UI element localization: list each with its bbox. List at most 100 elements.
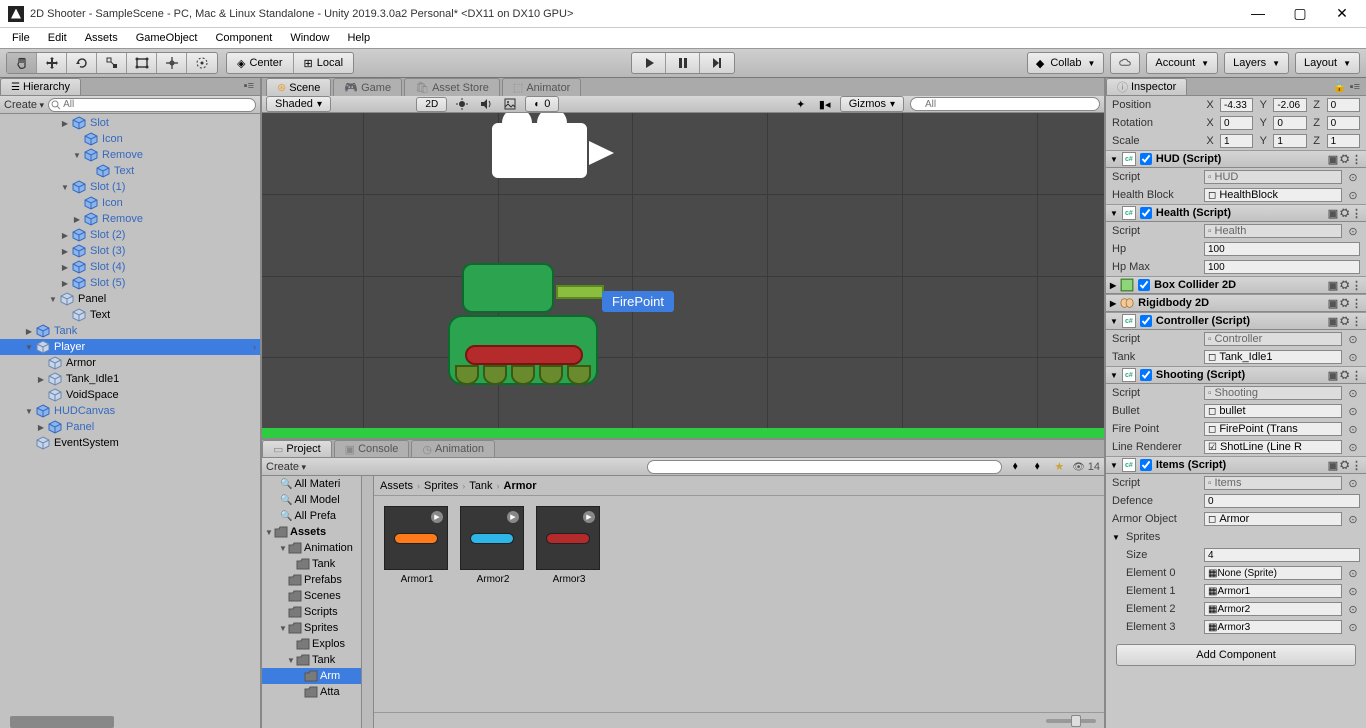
scene-tools-icon[interactable]: ✦ <box>792 95 810 113</box>
pos-y-input[interactable] <box>1273 98 1306 112</box>
rot-x-input[interactable] <box>1220 116 1253 130</box>
hierarchy-item[interactable]: Slot (2) <box>0 227 260 243</box>
hierarchy-item[interactable]: Icon <box>0 131 260 147</box>
hud-component-header[interactable]: ▼c# HUD (Script) ▣⛭⋮ <box>1106 150 1366 168</box>
layers-dropdown[interactable]: Layers ▼ <box>1224 52 1289 74</box>
project-tree-item[interactable]: Tank <box>262 652 361 668</box>
rect-tool[interactable] <box>127 53 157 73</box>
thumbnail-size-slider[interactable] <box>374 712 1104 728</box>
scene-tab[interactable]: ⊛Scene <box>266 78 331 96</box>
2d-toggle[interactable]: 2D <box>416 97 447 112</box>
panel-menu-icon[interactable]: 🔒 ▪≡ <box>1327 78 1366 95</box>
project-tree-item[interactable]: Arm <box>262 668 361 684</box>
pivot-local-button[interactable]: ⊞ Local <box>294 53 354 73</box>
panel-menu-icon[interactable]: ▪≡ <box>238 78 260 95</box>
hidden-toggle-icon[interactable]: 👁 14 <box>1072 461 1100 473</box>
fx-toggle-icon[interactable] <box>501 95 519 113</box>
console-tab[interactable]: ▣Console <box>334 440 410 457</box>
pause-button[interactable] <box>666 53 700 73</box>
tank-field[interactable]: ◻Tank_Idle1 <box>1204 350 1342 364</box>
maximize-button[interactable]: ▢ <box>1288 5 1312 22</box>
hierarchy-item[interactable]: VoidSpace <box>0 387 260 403</box>
hierarchy-item[interactable]: Player› <box>0 339 260 355</box>
menu-component[interactable]: Component <box>207 30 280 46</box>
bullet-field[interactable]: ◻bullet <box>1204 404 1342 418</box>
asset-store-tab[interactable]: 🛍Asset Store <box>404 78 500 96</box>
collab-dropdown[interactable]: ◆ Collab ▼ <box>1027 52 1105 74</box>
project-filter1-icon[interactable]: ⬧ <box>1006 458 1024 476</box>
project-fav-icon[interactable]: ★ <box>1050 458 1068 476</box>
hierarchy-tree[interactable]: SlotIconRemoveTextSlot (1)IconRemoveSlot… <box>0 114 260 716</box>
minimize-button[interactable]: — <box>1246 5 1270 22</box>
asset-thumb[interactable]: ▶Armor1 <box>384 506 450 585</box>
help-icon[interactable]: ▣ <box>1328 153 1338 166</box>
project-tree-item[interactable]: 🔍All Materi <box>262 476 361 492</box>
scene-view[interactable]: FirePoint <box>262 113 1104 438</box>
controller-component-header[interactable]: ▼c# Controller (Script) ▣⛭⋮ <box>1106 312 1366 330</box>
hp-input[interactable] <box>1204 242 1360 256</box>
breadcrumb-item[interactable]: Assets <box>380 480 413 492</box>
hand-tool[interactable] <box>7 53 37 73</box>
tank-sprite[interactable] <box>462 263 598 385</box>
pivot-center-button[interactable]: ◈ Center <box>227 53 294 73</box>
inspector-tab[interactable]: ⓘInspector <box>1106 78 1187 95</box>
shading-dropdown[interactable]: Shaded ▾ <box>266 96 331 112</box>
breadcrumb-item[interactable]: Tank <box>469 480 492 492</box>
menu-window[interactable]: Window <box>282 30 337 46</box>
menu-assets[interactable]: Assets <box>77 30 126 46</box>
menu-gameobject[interactable]: GameObject <box>128 30 206 46</box>
hierarchy-tab[interactable]: ☰Hierarchy <box>0 78 81 95</box>
project-filter2-icon[interactable]: ⬧ <box>1028 458 1046 476</box>
hierarchy-item[interactable]: HUDCanvas <box>0 403 260 419</box>
asset-thumb[interactable]: ▶Armor2 <box>460 506 526 585</box>
rot-z-input[interactable] <box>1327 116 1360 130</box>
firepoint-label[interactable]: FirePoint <box>602 291 674 312</box>
shooting-component-header[interactable]: ▼c# Shooting (Script) ▣⛭⋮ <box>1106 366 1366 384</box>
play-button[interactable] <box>632 53 666 73</box>
project-tab[interactable]: ▭Project <box>262 440 332 457</box>
hierarchy-item[interactable]: Panel <box>0 291 260 307</box>
hierarchy-item[interactable]: Slot <box>0 115 260 131</box>
project-tree-item[interactable]: Prefabs <box>262 572 361 588</box>
game-tab[interactable]: 🎮Game <box>333 78 402 96</box>
scl-y-input[interactable] <box>1273 134 1306 148</box>
hierarchy-item[interactable]: Slot (1) <box>0 179 260 195</box>
hierarchy-search-input[interactable] <box>48 98 256 112</box>
menu-help[interactable]: Help <box>339 30 378 46</box>
animator-tab[interactable]: ⬚Animator <box>502 78 581 96</box>
hierarchy-item[interactable]: Armor <box>0 355 260 371</box>
hierarchy-item[interactable]: Panel <box>0 419 260 435</box>
gizmo-zero[interactable]: ◐0 <box>525 96 559 112</box>
hierarchy-item[interactable]: Text <box>0 307 260 323</box>
menu-edit[interactable]: Edit <box>40 30 75 46</box>
health-component-header[interactable]: ▼c# Health (Script) ▣⛭⋮ <box>1106 204 1366 222</box>
hierarchy-item[interactable]: Tank_Idle1 <box>0 371 260 387</box>
move-tool[interactable] <box>37 53 67 73</box>
rigidbody-component-header[interactable]: ▶ Rigidbody 2D ▣⛭⋮ <box>1106 294 1366 312</box>
project-tree-item[interactable]: Explos <box>262 636 361 652</box>
hierarchy-item[interactable]: Slot (4) <box>0 259 260 275</box>
custom-tool[interactable] <box>187 53 217 73</box>
assets-root[interactable]: Assets <box>262 524 361 540</box>
project-tree[interactable]: 🔍All Materi🔍All Model🔍All PrefaAssetsAni… <box>262 476 362 728</box>
project-tree-item[interactable]: 🔍All Model <box>262 492 361 508</box>
asset-thumb[interactable]: ▶Armor3 <box>536 506 602 585</box>
pos-x-input[interactable] <box>1220 98 1253 112</box>
project-tree-item[interactable]: Scenes <box>262 588 361 604</box>
breadcrumb-item[interactable]: Armor <box>504 480 537 492</box>
hierarchy-item[interactable]: Tank <box>0 323 260 339</box>
sprites-size-input[interactable] <box>1204 548 1360 562</box>
layout-dropdown[interactable]: Layout ▼ <box>1295 52 1360 74</box>
defence-input[interactable] <box>1204 494 1360 508</box>
hierarchy-item[interactable]: Slot (3) <box>0 243 260 259</box>
light-toggle-icon[interactable] <box>453 95 471 113</box>
armorobj-field[interactable]: ◻Armor <box>1204 512 1342 526</box>
project-tree-item[interactable]: Tank <box>262 556 361 572</box>
menu-icon[interactable]: ⋮ <box>1351 153 1362 166</box>
boxcollider-component-header[interactable]: ▶ Box Collider 2D ▣⛭⋮ <box>1106 276 1366 294</box>
hpmax-input[interactable] <box>1204 260 1360 274</box>
hierarchy-item[interactable]: Icon <box>0 195 260 211</box>
scale-tool[interactable] <box>97 53 127 73</box>
scl-z-input[interactable] <box>1327 134 1360 148</box>
rotate-tool[interactable] <box>67 53 97 73</box>
